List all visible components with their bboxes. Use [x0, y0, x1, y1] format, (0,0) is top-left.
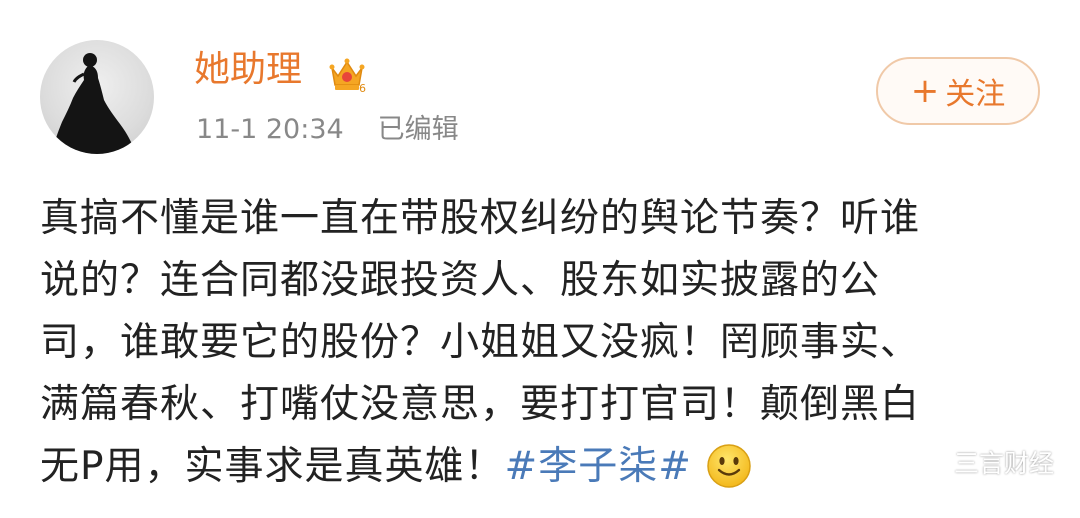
post-line-text: 无P用，实事求是真英雄！	[40, 444, 505, 489]
smile-emoji-icon	[706, 443, 752, 508]
badge-level: 6	[359, 82, 366, 94]
post-last-line: 无P用，实事求是真英雄！#李子柒#	[40, 436, 1045, 498]
crown-vip-icon[interactable]: 6	[328, 54, 366, 95]
author-name[interactable]: 她助理	[194, 48, 302, 92]
post-meta: 11-1 20:34 已编辑	[196, 112, 459, 148]
post-timestamp: 11-1 20:34	[196, 114, 344, 145]
watermark: 三言财经	[912, 444, 1054, 480]
post-line: 真搞不懂是谁一直在带股权纠纷的舆论节奏？听谁	[40, 196, 921, 241]
post-line: 说的？连合同都没跟投资人、股东如实披露的公	[40, 258, 881, 303]
post-content: 真搞不懂是谁一直在带股权纠纷的舆论节奏？听谁 说的？连合同都没跟投资人、股东如实…	[40, 188, 1045, 498]
post-line: 满篇春秋、打嘴仗没意思，要打打官司！颠倒黑白	[40, 382, 921, 427]
wechat-icon	[912, 449, 944, 475]
plus-icon: +	[910, 71, 940, 111]
post-line: 司，谁敢要它的股份？小姐姐又没疯！罔顾事实、	[40, 320, 921, 365]
follow-label: 关注	[945, 77, 1006, 112]
edited-label[interactable]: 已编辑	[378, 114, 459, 145]
avatar-silhouette-icon	[52, 53, 136, 154]
avatar[interactable]	[40, 40, 154, 154]
watermark-text: 三言财经	[953, 449, 1054, 478]
hashtag-link[interactable]: #李子柒#	[505, 444, 692, 489]
follow-button[interactable]: + 关注	[876, 57, 1040, 125]
